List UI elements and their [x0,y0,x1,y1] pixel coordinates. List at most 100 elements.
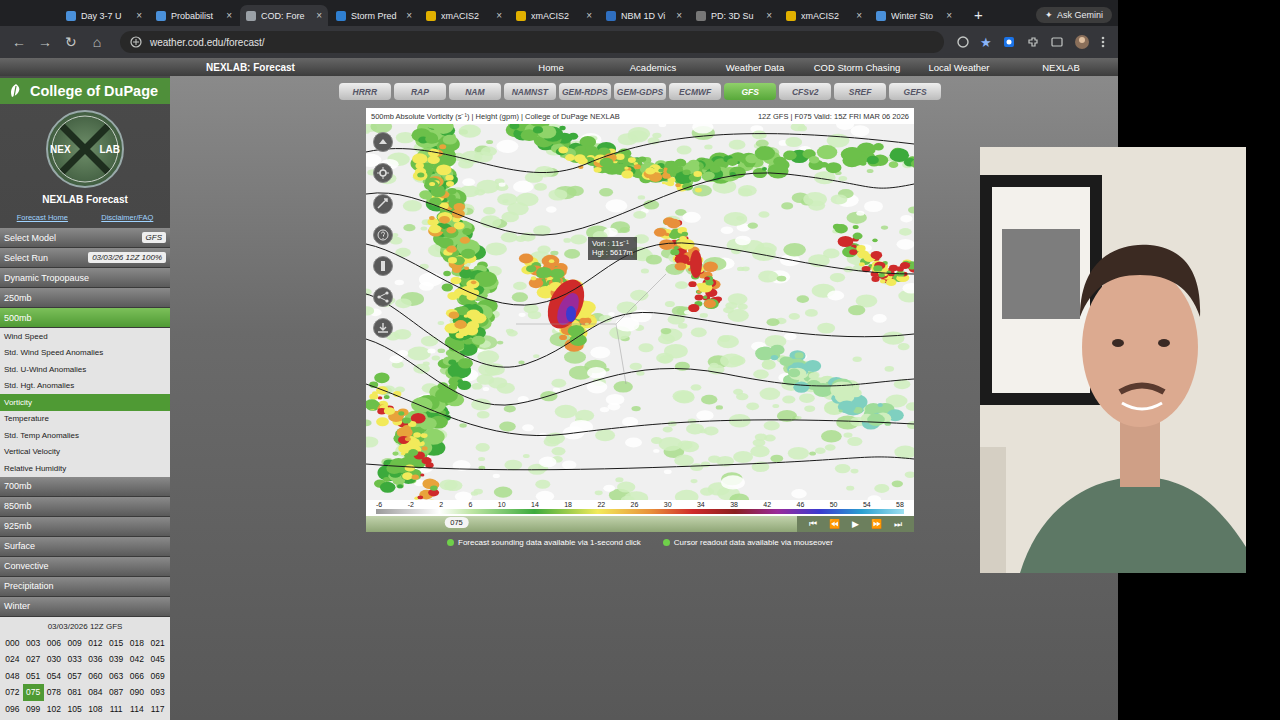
close-tab-button[interactable]: × [766,10,772,21]
close-tab-button[interactable]: × [496,10,502,21]
sidebar-link[interactable]: Disclaimer/FAQ [101,213,153,222]
hour-cell[interactable]: 027 [23,651,44,668]
hour-cell[interactable]: 081 [64,684,85,701]
model-button[interactable]: RAP [394,83,446,100]
hour-cell[interactable]: 108 [85,701,106,718]
model-button[interactable]: GEFS [889,83,941,100]
hour-cell[interactable]: 009 [64,635,85,652]
step-back-button[interactable]: ⏪ [829,519,840,529]
select-model-row[interactable]: Select ModelGFS [0,228,170,248]
close-tab-button[interactable]: × [226,10,232,21]
hour-cell[interactable]: 024 [2,651,23,668]
menu-item[interactable]: Vorticity [0,394,170,411]
browser-tab[interactable]: NBM 1D Vi× [600,5,688,26]
browser-tab[interactable]: COD: Fore× [240,5,328,26]
hour-cell[interactable]: 054 [44,668,65,685]
model-button[interactable]: SREF [834,83,886,100]
model-button[interactable]: ECMWF [669,83,721,100]
browser-tab[interactable]: xmACIS2× [420,5,508,26]
browser-tab[interactable]: Winter Sto× [870,5,958,26]
hour-cell[interactable]: 075 [23,684,44,701]
menu-item[interactable]: Wind Speed [0,328,170,345]
hour-cell[interactable]: 099 [23,701,44,718]
map-tool-button[interactable] [373,256,393,276]
model-button[interactable]: CFSv2 [779,83,831,100]
nav-link[interactable]: Home [500,62,602,73]
nav-link[interactable]: Weather Data [704,62,806,73]
hour-cell[interactable]: 069 [147,668,168,685]
hour-cell[interactable]: 057 [64,668,85,685]
menu-section[interactable]: 850mb [0,497,170,517]
hour-cell[interactable]: 093 [147,684,168,701]
menu-item[interactable]: Std. Temp Anomalies [0,427,170,444]
select-value[interactable]: 03/03/26 12Z 100% [88,252,166,263]
college-logo[interactable]: College of DuPage [0,78,170,104]
menu-item[interactable]: Std. Wind Speed Anomalies [0,345,170,362]
last-frame-button[interactable]: ⏭ [894,519,902,530]
forward-button[interactable]: → [34,34,56,50]
menu-item[interactable]: Std. Hgt. Anomalies [0,378,170,395]
close-tab-button[interactable]: × [136,10,142,21]
map-tool-button[interactable] [373,132,393,152]
menu-item[interactable]: Relative Humidity [0,460,170,477]
menu-section[interactable]: Winter [0,597,170,617]
hour-cell[interactable]: 042 [127,651,148,668]
hour-cell[interactable]: 066 [127,668,148,685]
browser-tab[interactable]: PD: 3D Su× [690,5,778,26]
hour-cell[interactable]: 096 [2,701,23,718]
close-tab-button[interactable]: × [406,10,412,21]
hour-cell[interactable]: 012 [85,635,106,652]
home-button[interactable]: ⌂ [86,34,108,50]
reload-button[interactable]: ↻ [60,34,82,50]
time-slider-track[interactable]: 075 [366,516,797,532]
model-button[interactable]: GEM-GDPS [614,83,666,100]
hour-cell[interactable]: 090 [127,684,148,701]
menu-item[interactable]: Vertical Velocity [0,444,170,461]
nav-link[interactable]: NEXLAB [1010,62,1112,73]
map-tool-button[interactable] [373,225,393,245]
menu-section[interactable]: 500mb [0,308,170,328]
menu-item[interactable]: Std. U-Wind Anomalies [0,361,170,378]
close-tab-button[interactable]: × [676,10,682,21]
forecast-map[interactable]: Vort : 11s⁻¹Hgt : 5617m [366,124,914,500]
sidebar-link[interactable]: Forecast Home [17,213,68,222]
model-button[interactable]: NAM [449,83,501,100]
hour-cell[interactable]: 117 [147,701,168,718]
menu-item[interactable]: Temperature [0,411,170,428]
hour-cell[interactable]: 078 [44,684,65,701]
hour-cell[interactable]: 036 [85,651,106,668]
select-value[interactable]: GFS [142,232,166,243]
hour-cell[interactable]: 018 [127,635,148,652]
close-tab-button[interactable]: × [946,10,952,21]
model-button[interactable]: NAMNST [504,83,556,100]
close-tab-button[interactable]: × [586,10,592,21]
hour-cell[interactable]: 048 [2,668,23,685]
map-tool-button[interactable] [373,163,393,183]
hour-cell[interactable]: 000 [2,635,23,652]
model-button[interactable]: GFS [724,83,776,100]
hour-cell[interactable]: 006 [44,635,65,652]
url-field[interactable]: weather.cod.edu/forecast/ [120,31,944,53]
hour-cell[interactable]: 021 [147,635,168,652]
menu-section[interactable]: 700mb [0,477,170,497]
nav-link[interactable]: COD Storm Chasing [806,62,908,73]
hour-cell[interactable]: 084 [85,684,106,701]
nav-link[interactable]: Academics [602,62,704,73]
hour-cell[interactable]: 105 [64,701,85,718]
back-button[interactable]: ← [8,34,30,50]
menu-section[interactable]: Dynamic Tropopause [0,268,170,288]
map-tool-button[interactable] [373,318,393,338]
map-tool-button[interactable] [373,287,393,307]
menu-section[interactable]: 925mb [0,517,170,537]
play-button[interactable]: ▶ [852,519,859,529]
hour-cell[interactable]: 114 [127,701,148,718]
hour-cell[interactable]: 051 [23,668,44,685]
nav-link[interactable]: Local Weather [908,62,1010,73]
browser-tab[interactable]: Probabilist× [150,5,238,26]
hour-cell[interactable]: 045 [147,651,168,668]
browser-tab[interactable]: Storm Pred× [330,5,418,26]
hour-cell[interactable]: 003 [23,635,44,652]
hour-cell[interactable]: 087 [106,684,127,701]
hour-cell[interactable]: 039 [106,651,127,668]
browser-tab[interactable]: xmACIS2× [780,5,868,26]
